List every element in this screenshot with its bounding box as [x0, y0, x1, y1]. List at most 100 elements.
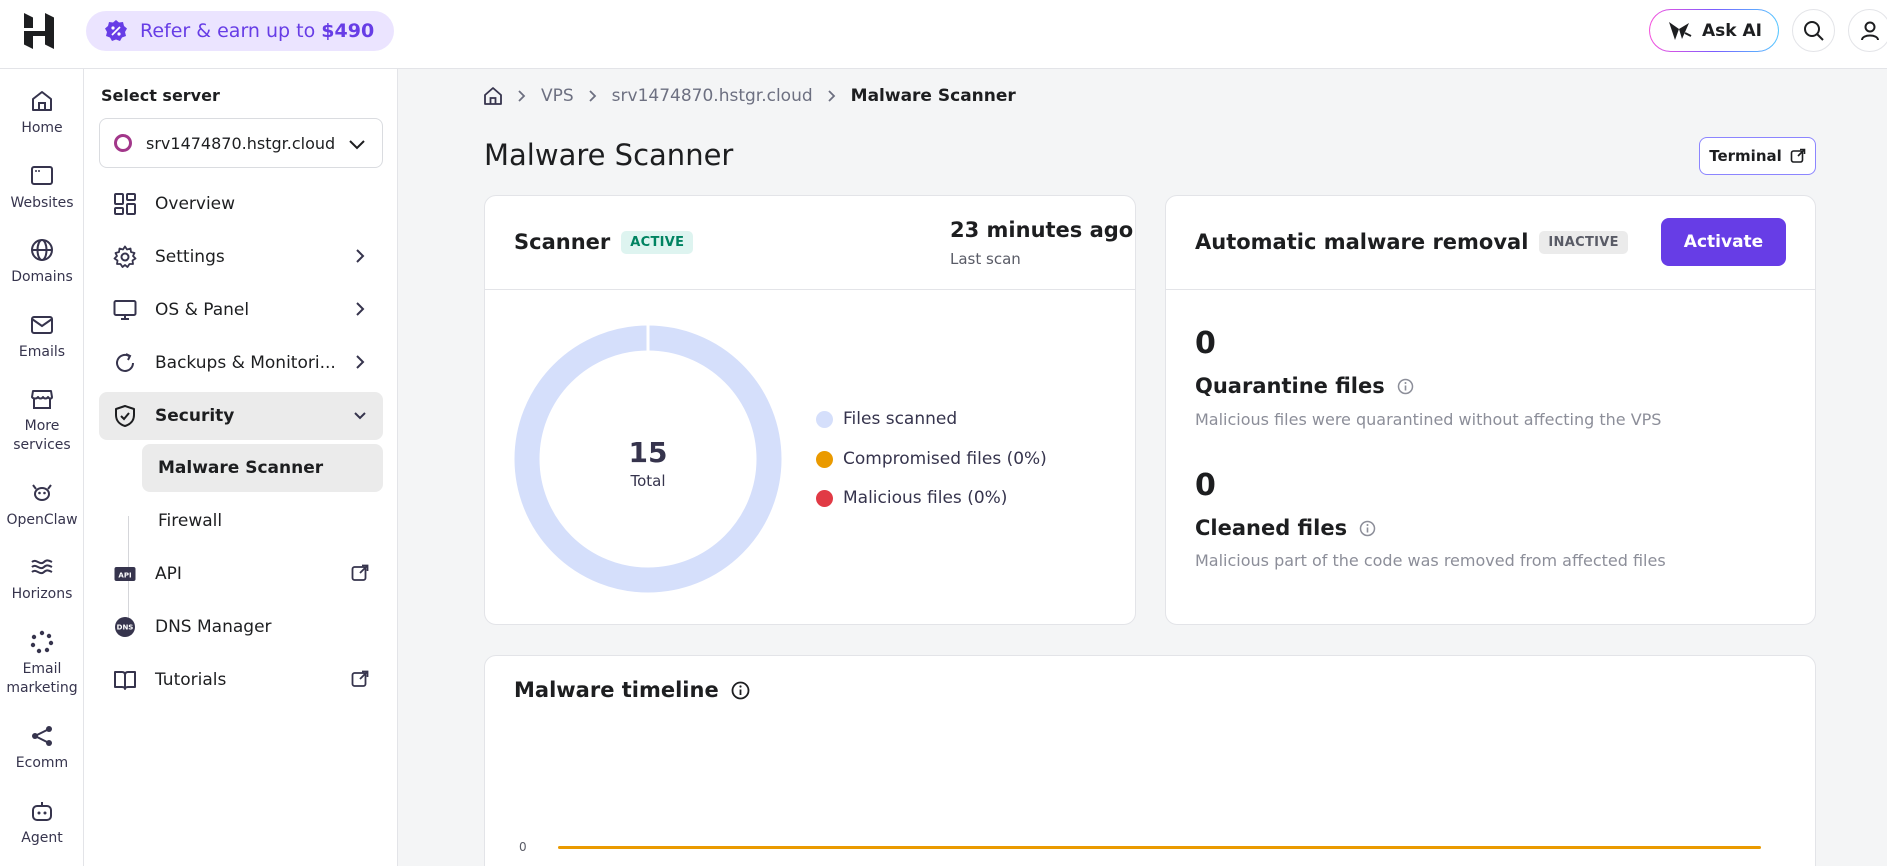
donut-total-label: Total [630, 472, 666, 490]
hostinger-logo[interactable] [22, 13, 56, 49]
removal-card-header: Automatic malware removal INACTIVE Activ… [1166, 196, 1815, 290]
monitor-icon [113, 300, 137, 320]
info-icon[interactable] [1397, 378, 1414, 395]
gear-icon [113, 245, 137, 268]
rail-item-email-marketing[interactable]: Email marketing [0, 630, 84, 698]
legend-dot-malicious [816, 489, 833, 507]
horizons-icon [31, 559, 53, 575]
info-icon[interactable] [1359, 520, 1376, 537]
ask-ai-label: Ask AI [1702, 20, 1762, 41]
rail-label: Emails [18, 344, 66, 360]
sidebar-item-backups-monitoring[interactable]: Backups & Monitori... [99, 339, 383, 387]
websites-icon [31, 166, 53, 185]
chevron-right-icon [828, 90, 835, 102]
breadcrumb: VPS srv1474870.hstgr.cloud Malware Scann… [483, 84, 1016, 108]
timeline-line [558, 846, 1761, 849]
sidebar-subitem-firewall[interactable]: Firewall [142, 497, 383, 545]
sidebar-item-overview[interactable]: Overview [99, 180, 383, 228]
agent-icon [32, 802, 52, 821]
sidebar-item-tutorials[interactable]: Tutorials [99, 656, 383, 704]
legend-files-scanned: Files scanned [816, 409, 957, 429]
status-badge-inactive: INACTIVE [1539, 230, 1628, 254]
sidebar-item-api[interactable]: API API [99, 550, 383, 598]
external-link-icon [351, 564, 369, 581]
donut-total-value: 15 [628, 436, 668, 469]
terminal-label: Terminal [1709, 147, 1782, 165]
sidebar-subitem-label: Firewall [158, 511, 223, 531]
sparkle-icon [1669, 21, 1692, 40]
last-scan-label: Last scan [950, 250, 1021, 268]
last-scan-value: 23 minutes ago [950, 218, 1134, 242]
status-badge-active: ACTIVE [621, 230, 694, 254]
ask-ai-button[interactable]: Ask AI [1649, 9, 1779, 52]
rail-item-emails[interactable]: Emails [0, 313, 84, 362]
rail-label: More services [13, 418, 71, 453]
book-icon [114, 671, 136, 690]
rail-item-domains[interactable]: Domains [0, 238, 84, 287]
removal-title: Automatic malware removal [1195, 230, 1529, 254]
home-icon[interactable] [483, 86, 503, 106]
svg-text:API: API [118, 572, 131, 580]
rail-label: Websites [10, 195, 74, 211]
server-sidebar: Select server srv1474870.hstgr.cloud Ove… [84, 69, 398, 866]
sidebar-item-dns-manager[interactable]: DNS DNS Manager [99, 603, 383, 651]
rail-item-agent[interactable]: Agent [0, 799, 84, 848]
email-marketing-icon [30, 630, 54, 654]
account-button[interactable] [1848, 9, 1887, 52]
legend-malicious-files: Malicious files (0%) [816, 488, 1007, 508]
user-icon [1860, 21, 1879, 40]
refer-earn-banner[interactable]: Refer & earn up to $490 [86, 11, 395, 51]
activate-button[interactable]: Activate [1661, 218, 1786, 266]
rail-item-home[interactable]: Home [0, 89, 84, 138]
svg-text:DNS: DNS [117, 624, 134, 632]
scanner-card: Scanner ACTIVE 23 minutes ago Last scan … [484, 195, 1136, 625]
external-link-icon [351, 670, 369, 687]
terminal-button[interactable]: Terminal [1699, 137, 1816, 175]
chevron-right-icon [518, 90, 526, 102]
legend-label: Compromised files (0%) [843, 449, 1047, 469]
rail-label: OpenClaw [6, 512, 78, 528]
api-icon: API [114, 567, 136, 581]
home-icon [32, 91, 52, 111]
search-button[interactable] [1792, 9, 1835, 52]
chevron-down-icon [354, 412, 366, 420]
refresh-icon [116, 353, 134, 372]
breadcrumb-link-vps[interactable]: VPS [541, 86, 574, 106]
rail-label: Home [21, 120, 63, 136]
sidebar-item-settings[interactable]: Settings [99, 233, 383, 281]
rail-item-horizons[interactable]: Horizons [0, 555, 84, 604]
cleaned-files-label: Cleaned files [1195, 516, 1348, 540]
rail-item-openclaw[interactable]: OpenClaw [0, 481, 84, 530]
openclaw-icon [32, 484, 52, 501]
info-icon[interactable] [731, 681, 750, 700]
sidebar-item-label: API [155, 564, 182, 584]
legend-dot-files-scanned [816, 410, 833, 428]
rail-label: Email marketing [6, 661, 78, 696]
server-select-value: srv1474870.hstgr.cloud [146, 133, 336, 153]
search-icon [1803, 20, 1824, 41]
select-server-label: Select server [101, 86, 220, 105]
sidebar-item-security[interactable]: Security [99, 392, 383, 440]
rail-item-ecomm[interactable]: Ecomm [0, 724, 84, 773]
shield-icon [115, 405, 135, 427]
server-select[interactable]: srv1474870.hstgr.cloud [99, 118, 383, 168]
sidebar-item-label: Security [155, 406, 235, 426]
malware-timeline-card: Malware timeline 0 [484, 655, 1816, 866]
refer-amount: $490 [321, 20, 375, 42]
quarantine-files-title: Quarantine files [1195, 374, 1414, 398]
rail-item-websites[interactable]: Websites [0, 164, 84, 213]
quarantine-files-desc: Malicious files were quarantined without… [1195, 410, 1662, 429]
malware-removal-card: Automatic malware removal INACTIVE Activ… [1165, 195, 1816, 625]
chevron-down-icon [349, 140, 365, 150]
timeline-title: Malware timeline [514, 678, 750, 702]
top-bar: Refer & earn up to $490 Ask AI [0, 0, 1887, 69]
rail-item-more-services[interactable]: More services [0, 387, 84, 455]
sidebar-subitem-malware-scanner[interactable]: Malware Scanner [142, 444, 383, 492]
rail-label: Ecomm [15, 755, 69, 771]
sidebar-item-label: Tutorials [155, 670, 227, 690]
sidebar-item-os-panel[interactable]: OS & Panel [99, 286, 383, 334]
page-title: Malware Scanner [484, 138, 734, 172]
sidebar-item-label: Backups & Monitori... [155, 353, 336, 373]
mail-icon [31, 316, 53, 334]
breadcrumb-link-server[interactable]: srv1474870.hstgr.cloud [612, 86, 813, 106]
